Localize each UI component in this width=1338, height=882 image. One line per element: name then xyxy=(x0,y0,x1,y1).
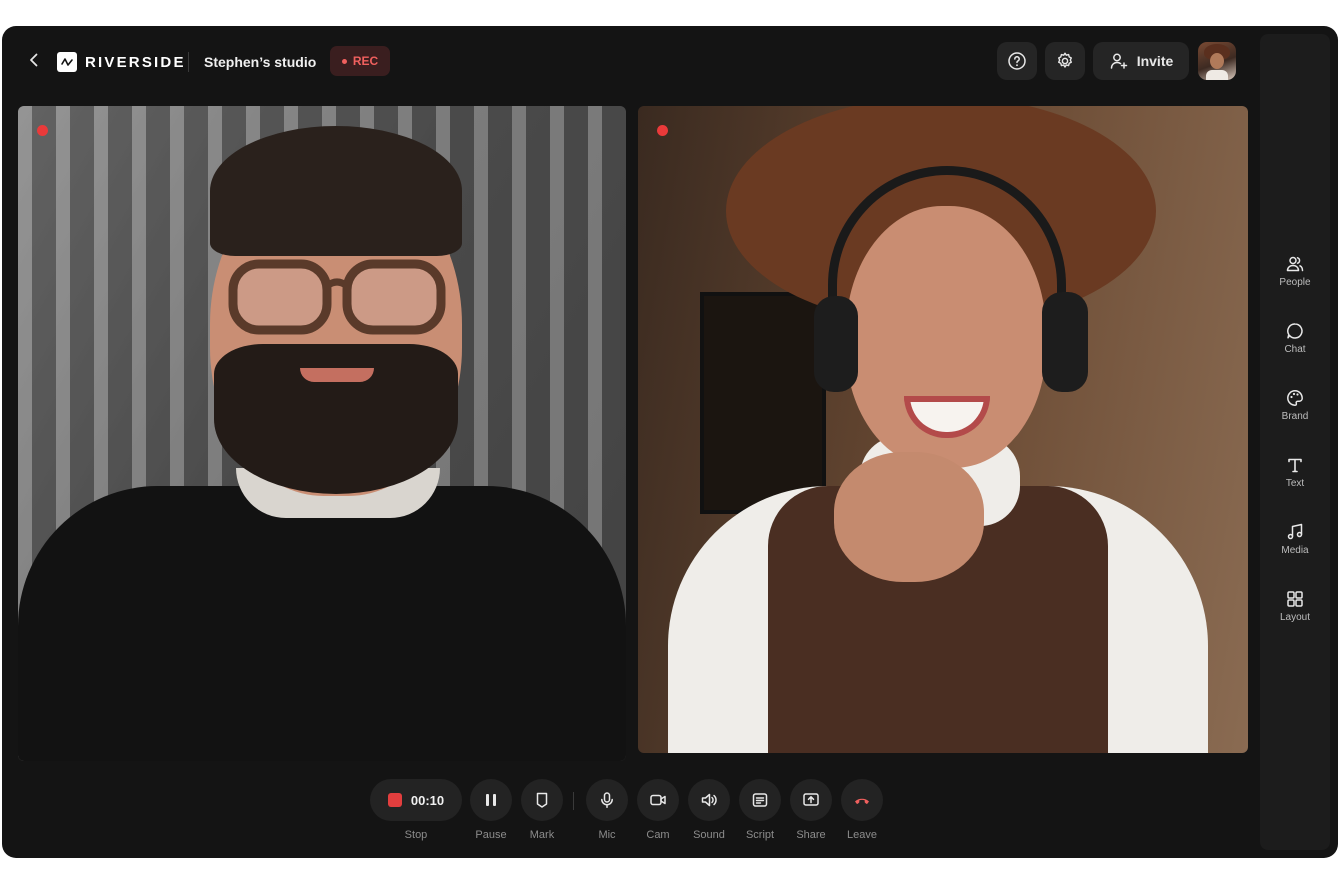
settings-button[interactable] xyxy=(1045,42,1085,80)
music-note-icon xyxy=(1287,523,1303,540)
sidebar-item-label: Chat xyxy=(1284,344,1306,355)
sidebar-item-label: People xyxy=(1279,277,1311,288)
text-icon xyxy=(1288,458,1302,473)
studio-window: RIVERSIDE Stephen’s studio REC Invite 00… xyxy=(2,26,1338,858)
riverside-logo[interactable]: RIVERSIDE xyxy=(57,52,186,72)
rec-status-badge: REC xyxy=(330,46,390,76)
sidebar-item-label: Text xyxy=(1285,478,1305,489)
sidebar-item-label: Layout xyxy=(1279,612,1311,623)
share-label: Share xyxy=(796,829,826,841)
add-user-icon xyxy=(1110,53,1127,69)
participant-video-left[interactable] xyxy=(18,106,626,761)
mic-button[interactable] xyxy=(586,779,628,821)
pause-button[interactable] xyxy=(470,779,512,821)
cam-button[interactable] xyxy=(637,779,679,821)
riverside-logo-icon xyxy=(57,52,77,72)
mic-control: Mic xyxy=(586,779,628,841)
sidebar-item-label: Brand xyxy=(1281,411,1309,422)
mark-control: Mark xyxy=(521,779,563,841)
screen-share-icon xyxy=(803,793,819,806)
sidebar-item-layout[interactable]: Layout xyxy=(1260,589,1330,623)
leave-control: Leave xyxy=(841,779,883,841)
share-control: Share xyxy=(790,779,832,841)
cam-control: Cam xyxy=(637,779,679,841)
studio-title: Stephen’s studio xyxy=(204,54,317,70)
mic-label: Mic xyxy=(598,829,616,841)
rec-badge-label: REC xyxy=(352,54,379,68)
question-circle-icon xyxy=(1008,52,1026,70)
microphone-icon xyxy=(601,792,613,808)
brand-name: RIVERSIDE xyxy=(85,53,186,71)
cam-label: Cam xyxy=(646,829,670,841)
right-sidebar: People Chat Brand Text Media Layout xyxy=(1260,34,1330,850)
sound-button[interactable] xyxy=(688,779,730,821)
pause-control: Pause xyxy=(470,779,512,841)
script-icon xyxy=(752,793,768,807)
sidebar-item-chat[interactable]: Chat xyxy=(1260,321,1330,355)
recording-indicator-icon xyxy=(657,125,668,136)
pause-icon xyxy=(486,794,496,806)
sound-control: Sound xyxy=(688,779,730,841)
recording-indicator-icon xyxy=(37,125,48,136)
participant-video-right[interactable] xyxy=(638,106,1248,753)
gear-icon xyxy=(1058,52,1072,68)
sidebar-item-text[interactable]: Text xyxy=(1260,455,1330,489)
stop-label: Stop xyxy=(404,829,428,841)
hang-up-icon xyxy=(855,798,869,804)
chat-icon xyxy=(1287,323,1303,339)
rec-dot-icon xyxy=(341,58,347,64)
mark-button[interactable] xyxy=(521,779,563,821)
sidebar-item-people[interactable]: People xyxy=(1260,254,1330,288)
back-arrow-icon[interactable] xyxy=(24,50,44,70)
toolbar-divider xyxy=(573,792,574,810)
speaker-icon xyxy=(701,793,717,807)
help-button[interactable] xyxy=(997,42,1037,80)
people-icon xyxy=(1286,256,1304,272)
sound-label: Sound xyxy=(693,829,725,841)
grid-icon xyxy=(1287,591,1303,607)
share-button[interactable] xyxy=(790,779,832,821)
pause-label: Pause xyxy=(475,829,507,841)
sidebar-item-brand[interactable]: Brand xyxy=(1260,388,1330,422)
sidebar-item-media[interactable]: Media xyxy=(1260,522,1330,556)
sidebar-item-label: Media xyxy=(1281,545,1309,556)
recording-timer: 00:10 xyxy=(410,792,445,808)
stop-button[interactable]: 00:10 xyxy=(370,779,462,821)
stop-control: 00:10 Stop xyxy=(370,779,462,841)
leave-label: Leave xyxy=(847,829,877,841)
bookmark-icon xyxy=(536,792,548,808)
video-camera-icon xyxy=(650,794,666,806)
script-control: Script xyxy=(739,779,781,841)
script-button[interactable] xyxy=(739,779,781,821)
stop-square-icon xyxy=(387,793,402,807)
leave-button[interactable] xyxy=(841,779,883,821)
invite-label: Invite xyxy=(1136,53,1174,69)
user-avatar[interactable] xyxy=(1198,42,1236,80)
palette-icon xyxy=(1287,390,1303,406)
script-label: Script xyxy=(745,829,775,841)
invite-button[interactable]: Invite xyxy=(1093,42,1189,80)
header-divider xyxy=(188,52,189,72)
mark-label: Mark xyxy=(529,829,555,841)
